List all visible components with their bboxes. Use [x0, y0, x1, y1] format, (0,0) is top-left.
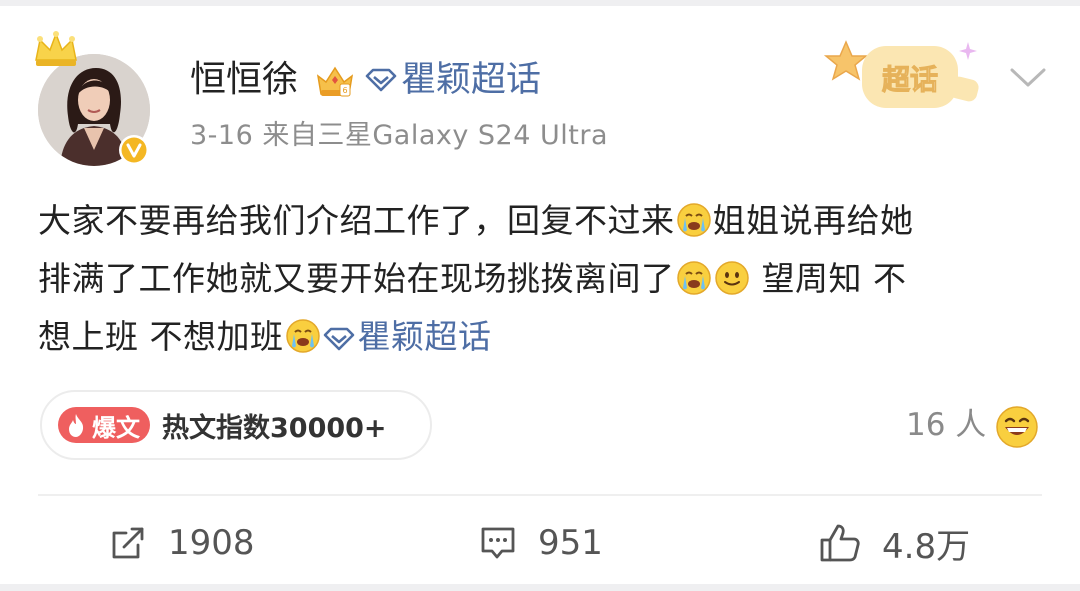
topic-label: 瞿颖超话	[401, 60, 542, 100]
hot-index-text: 热文指数30000+	[162, 412, 387, 444]
divider	[38, 494, 1042, 496]
comment-count: 951	[538, 523, 603, 563]
post-text: 姐姐说再给她	[712, 201, 914, 240]
crying-emoji-icon	[285, 319, 320, 353]
topic-link[interactable]: 瞿颖超话	[364, 58, 541, 102]
chevron-down-icon[interactable]	[1006, 64, 1050, 92]
svg-text:6: 6	[342, 86, 347, 95]
post-body-line: 想上班 不想加班 瞿颖超话	[38, 308, 1048, 366]
post-body-line: 排满了工作她就又要开始在现场挑拨离间了 望周知 不	[38, 250, 1048, 308]
post-meta: 3-16 来自三星Galaxy S24 Ultra	[190, 120, 608, 151]
hot-badge: 爆文	[58, 407, 150, 443]
post-body-line: 大家不要再给我们介绍工作了，回复不过来 姐姐说再给她	[38, 192, 1048, 250]
hot-index-pill[interactable]: 爆文 热文指数30000+	[40, 390, 432, 460]
inline-topic-link[interactable]: 瞿颖超话	[322, 317, 492, 356]
post-text: 排满了工作她就又要开始在现场挑拨离间了	[38, 259, 675, 298]
weibo-post-card: 恒恒徐 6 瞿颖超话 3-16 来自三星Galaxy S24 Ultra 超话 …	[0, 6, 1080, 584]
hot-badge-label: 爆文	[92, 413, 140, 442]
like-count: 4.8万	[882, 526, 971, 567]
reaction-count[interactable]: 16 人	[906, 404, 986, 446]
comment-button[interactable]: 951	[478, 518, 603, 568]
username[interactable]: 恒恒徐	[190, 58, 298, 102]
verified-badge-icon	[119, 135, 149, 165]
comment-icon	[481, 527, 515, 559]
repost-icon	[112, 527, 144, 559]
avatar-container[interactable]	[35, 31, 150, 166]
supertopic-diamond-icon	[365, 68, 397, 92]
supertopic-diamond-icon	[323, 327, 354, 351]
inline-topic-label: 瞿颖超话	[357, 317, 492, 356]
repost-button[interactable]: 1908	[108, 518, 255, 568]
supertopic-badge-label: 超话	[882, 63, 938, 96]
like-button[interactable]: 4.8万	[818, 518, 970, 568]
post-text: 想上班 不想加班	[38, 317, 284, 356]
vip-crown-icon[interactable]: 6	[314, 62, 356, 100]
grin-emoji-icon[interactable]	[995, 405, 1039, 449]
supertopic-badge[interactable]: 超话	[822, 36, 990, 118]
repost-count: 1908	[168, 523, 255, 563]
post-text: 望周知 不	[750, 259, 907, 298]
crown-icon	[35, 31, 77, 66]
crying-emoji-icon	[676, 203, 711, 237]
thumbs-up-icon	[820, 524, 860, 562]
smile-emoji-icon	[714, 261, 749, 295]
crying-emoji-icon	[676, 261, 711, 295]
post-text: 大家不要再给我们介绍工作了，回复不过来	[38, 201, 675, 240]
post-body: 大家不要再给我们介绍工作了，回复不过来 姐姐说再给她 排满了工作她就又要开始在现场…	[38, 192, 1048, 366]
fire-icon	[69, 414, 84, 437]
